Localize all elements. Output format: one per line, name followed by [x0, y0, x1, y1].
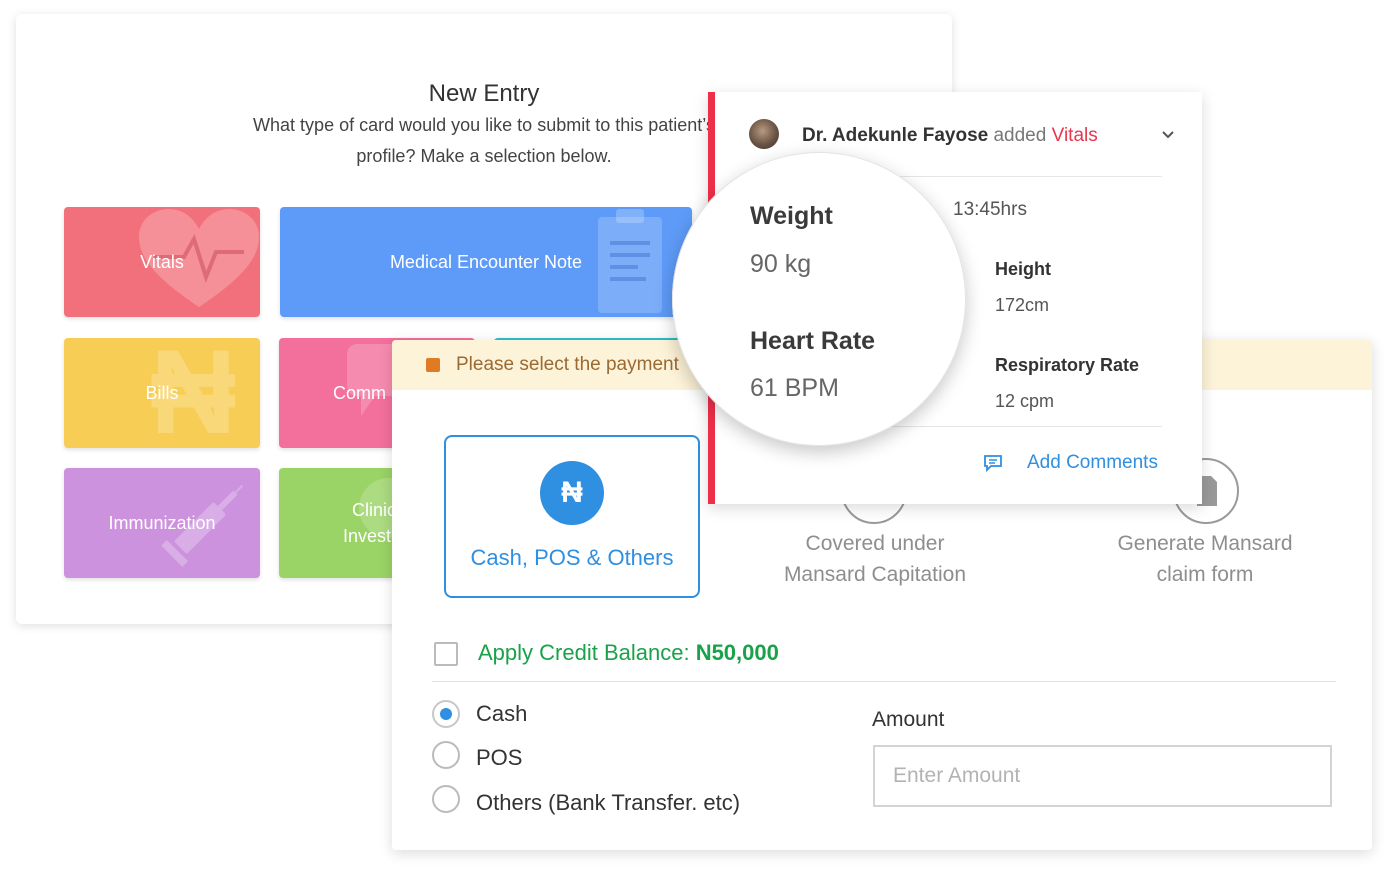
credit-balance-checkbox[interactable] [434, 642, 458, 666]
option-label-line: Covered under [805, 532, 945, 555]
respiratory-rate-label: Respiratory Rate [995, 355, 1140, 375]
tile-label: Medical Encounter Note [389, 252, 583, 272]
page-subtitle: What type of card would you like to subm… [253, 115, 715, 166]
radio-cash[interactable] [432, 700, 460, 728]
divider [432, 681, 1336, 682]
vitals-header: Dr. Adekunle Fayose added Vitals [802, 125, 1098, 147]
avatar [749, 119, 779, 149]
comment-icon[interactable] [983, 454, 1003, 472]
credit-amount: N50,000 [695, 640, 779, 665]
respiratory-rate-value: 12 cpm [995, 391, 1055, 411]
radio-label: POS [476, 745, 523, 770]
add-comments-link[interactable]: Add Comments [1027, 452, 1158, 474]
clipboard-icon [598, 209, 662, 313]
naira-icon: ₦ [540, 461, 604, 525]
credit-balance-label: Apply Credit Balance: N50,000 [478, 640, 779, 666]
option-label: Covered under Mansard Capitation [752, 528, 998, 590]
chevron-down-icon[interactable] [1162, 128, 1174, 140]
tile-label: Bills [145, 383, 179, 403]
option-label-line: claim form [1156, 563, 1254, 586]
option-label: Generate Mansard claim form [1082, 528, 1328, 590]
tile-bills[interactable]: ₦ Bills [64, 338, 260, 448]
amount-input[interactable] [873, 745, 1332, 807]
radio-label: Cash [476, 701, 528, 726]
timestamp: 13:45hrs [953, 199, 1027, 220]
cash-pos-option[interactable]: ₦ Cash, POS & Others [444, 435, 700, 598]
tile-vitals[interactable]: Vitals [64, 207, 260, 317]
tile-label: Comm [333, 383, 386, 403]
option-label: Cash, POS & Others [470, 545, 674, 570]
tile-label: Immunization [108, 513, 216, 533]
radio-pos[interactable] [432, 741, 460, 769]
heart-rate-label: Heart Rate [750, 327, 876, 355]
option-label-line: Generate Mansard [1117, 532, 1293, 555]
credit-label-text: Apply Credit Balance: [478, 640, 690, 665]
magnifier-lens: Weight 90 kg Heart Rate 61 BPM [672, 152, 966, 446]
author-name: Dr. Adekunle Fayose [802, 125, 989, 146]
radio-others[interactable] [432, 785, 460, 813]
tile-label: Vitals [140, 252, 184, 272]
tile-immunization[interactable]: Immunization [64, 468, 260, 578]
weight-label: Weight [750, 202, 833, 230]
tile-medical-encounter-note[interactable]: Medical Encounter Note [280, 207, 692, 317]
amount-label: Amount [872, 708, 945, 731]
action-text: added [993, 125, 1047, 146]
height-label: Height [995, 259, 1051, 279]
radio-label: Others (Bank Transfer. etc) [476, 790, 741, 815]
option-label-line: Mansard Capitation [783, 563, 967, 586]
heart-rate-value: 61 BPM [750, 374, 839, 402]
card-type: Vitals [1051, 125, 1098, 146]
weight-value: 90 kg [750, 250, 812, 278]
notice-text: Please select the payment [456, 354, 679, 375]
warning-icon [426, 358, 440, 372]
height-value: 172cm [995, 295, 1050, 315]
